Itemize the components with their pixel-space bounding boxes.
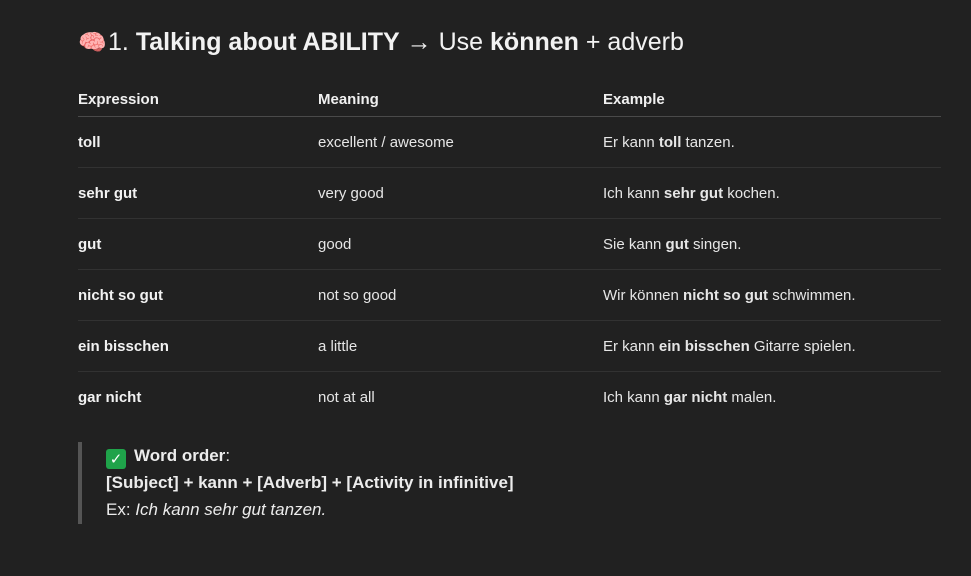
expression-cell: toll — [78, 116, 318, 168]
example-pre: Ich kann — [603, 388, 660, 406]
header-expression: Expression — [78, 82, 318, 117]
expression-cell: gut — [78, 218, 318, 270]
brain-icon: 🧠 — [78, 30, 107, 56]
example-pre: Sie kann — [603, 235, 662, 253]
example-post: Gitarre spielen. — [753, 337, 856, 355]
table-row: sehr gut very good Ich kann sehr gut koc… — [78, 167, 941, 219]
example-bold: gut — [665, 235, 689, 253]
example-cell: Er kann toll tanzen. — [603, 116, 941, 168]
example-bold: sehr gut — [663, 184, 724, 202]
table-row: gar nicht not at all Ich kann gar nicht … — [78, 372, 941, 423]
meaning-cell: good — [318, 218, 603, 270]
meaning-cell: excellent / awesome — [318, 116, 603, 168]
example-pre: Er kann — [603, 337, 655, 355]
example-bold: ein bisschen — [658, 337, 750, 355]
note-title: Word order — [134, 446, 226, 465]
example-bold: toll — [658, 133, 682, 151]
heading-bold-topic: Talking about ABILITY — [135, 28, 400, 56]
note-title-line: ✓ Word order: — [106, 442, 678, 469]
table-header-row: Expression Meaning Example — [78, 82, 941, 117]
example-post: tanzen. — [685, 133, 735, 151]
example-pre: Wir können — [603, 286, 679, 304]
note-formula: [Subject] + kann + [Adverb] + [Activity … — [106, 473, 514, 492]
example-cell: Wir können nicht so gut schwimmen. — [603, 269, 941, 321]
example-post: schwimmen. — [772, 286, 856, 304]
table-row: toll excellent / awesome Er kann toll ta… — [78, 116, 941, 168]
expressions-table: Expression Meaning Example toll excellen… — [78, 82, 941, 422]
meaning-cell: not at all — [318, 388, 375, 406]
note-example-text: Ich kann sehr gut tanzen. — [135, 500, 327, 519]
header-example: Example — [603, 82, 941, 117]
example-pre: Er kann — [603, 133, 655, 151]
example-post: kochen. — [727, 184, 780, 202]
table-row: gut good Sie kann gut singen. — [78, 218, 941, 270]
expression-cell: ein bisschen — [78, 320, 318, 372]
example-cell: Er kann ein bisschen Gitarre spielen. — [603, 320, 941, 372]
expression-cell: nicht so gut — [78, 269, 318, 321]
example-cell: Sie kann gut singen. — [603, 218, 941, 270]
note-formula-line: [Subject] + kann + [Adverb] + [Activity … — [106, 469, 678, 496]
meaning-cell: not so good — [318, 269, 603, 321]
header-meaning: Meaning — [318, 82, 603, 117]
meaning-cell: a little — [318, 320, 603, 372]
heading-suffix: + adverb — [585, 28, 684, 56]
table-row: ein bisschen a little Er kann ein bissch… — [78, 320, 941, 372]
check-mark-icon: ✓ — [106, 449, 126, 469]
expression-cell: gar nicht — [78, 388, 142, 406]
example-bold: nicht so gut — [683, 286, 769, 304]
heading-verb: können — [490, 28, 579, 56]
meaning-cell: very good — [318, 167, 603, 219]
example-cell: Ich kann sehr gut kochen. — [603, 167, 941, 219]
note-example-prefix: Ex: — [106, 500, 131, 519]
section-heading: 🧠1. Talking about ABILITY → Use können +… — [78, 28, 684, 57]
heading-arrow-use: → Use — [406, 28, 484, 56]
expression-cell: sehr gut — [78, 167, 318, 219]
table-row: nicht so gut not so good Wir können nich… — [78, 269, 941, 321]
example-post: malen. — [731, 388, 777, 406]
heading-number: 1. — [108, 28, 129, 56]
example-bold: gar nicht — [663, 388, 728, 406]
example-cell: Ich kann gar nicht malen. — [603, 372, 941, 423]
note-title-colon: : — [225, 446, 231, 465]
example-post: singen. — [693, 235, 742, 253]
note-example-line: Ex: Ich kann sehr gut tanzen. — [106, 496, 678, 523]
word-order-note: ✓ Word order: [Subject] + kann + [Adverb]… — [78, 442, 678, 524]
example-pre: Ich kann — [603, 184, 660, 202]
